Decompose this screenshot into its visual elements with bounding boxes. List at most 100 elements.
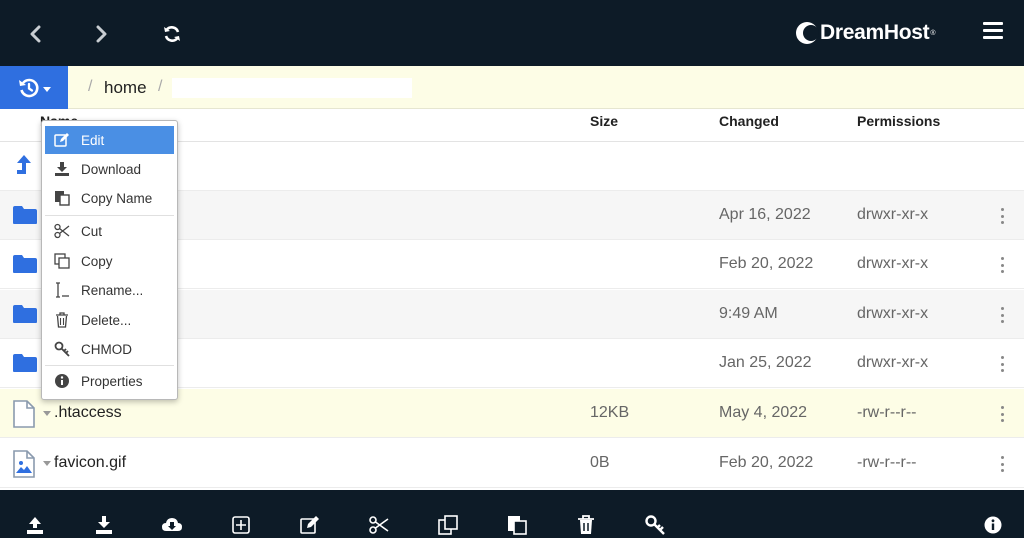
row-menu-icon[interactable] xyxy=(999,456,1005,472)
download-icon xyxy=(96,516,112,534)
new-file-button[interactable] xyxy=(230,514,252,536)
file-name[interactable]: favicon.gif xyxy=(54,454,126,472)
cloud-download-button[interactable] xyxy=(161,514,183,536)
chevron-down-icon xyxy=(42,86,51,92)
permissions-cell: drwxr-xr-x xyxy=(857,305,929,322)
edit-icon xyxy=(53,131,71,149)
chevron-down-icon[interactable] xyxy=(43,411,51,416)
copy-icon xyxy=(53,252,71,270)
file-name[interactable]: .htaccess xyxy=(54,404,122,422)
copy-icon xyxy=(438,515,458,535)
copy-button[interactable] xyxy=(437,514,459,536)
menu-separator xyxy=(45,215,174,216)
brand-tm: ® xyxy=(930,29,936,37)
column-permissions[interactable]: Permissions xyxy=(857,113,940,129)
history-button[interactable] xyxy=(0,66,68,109)
folder-icon xyxy=(13,255,37,273)
download-button[interactable] xyxy=(93,514,115,536)
info-icon xyxy=(984,516,1002,534)
row-menu-icon[interactable] xyxy=(999,208,1005,224)
menu-item-cut[interactable]: Cut xyxy=(45,217,174,245)
back-button[interactable] xyxy=(19,18,51,50)
menu-item-copy-name[interactable]: Copy Name xyxy=(45,184,174,212)
bottom-toolbar xyxy=(0,490,1024,538)
row-menu-icon[interactable] xyxy=(999,257,1005,273)
scissors-icon xyxy=(369,516,389,534)
chevron-right-icon xyxy=(96,25,107,43)
breadcrumb-separator: / xyxy=(88,78,93,95)
menu-item-properties[interactable]: Properties xyxy=(45,367,174,395)
folder-icon xyxy=(13,354,37,372)
main-menu-button[interactable] xyxy=(983,22,1003,42)
folder-icon xyxy=(13,305,37,323)
key-icon xyxy=(53,340,71,358)
paste-icon xyxy=(508,516,527,535)
changed-cell: Apr 16, 2022 xyxy=(719,206,811,223)
menu-item-label: CHMOD xyxy=(81,341,132,357)
permissions-cell: -rw-r--r-- xyxy=(857,404,917,421)
trash-icon xyxy=(578,515,594,534)
row-menu-icon[interactable] xyxy=(999,356,1005,372)
menu-item-label: Cut xyxy=(81,223,103,239)
download-icon xyxy=(53,160,71,178)
refresh-button[interactable] xyxy=(156,18,188,50)
changed-cell: 9:49 AM xyxy=(719,305,778,322)
path-bar: / home / xyxy=(0,66,1024,109)
menu-item-download[interactable]: Download xyxy=(45,155,174,183)
column-changed[interactable]: Changed xyxy=(719,113,779,129)
menu-item-label: Download xyxy=(81,161,142,177)
changed-cell: May 4, 2022 xyxy=(719,404,808,421)
menu-item-copy[interactable]: Copy xyxy=(45,247,174,275)
paste-button[interactable] xyxy=(506,514,528,536)
menu-item-delete[interactable]: Delete... xyxy=(45,306,174,334)
dreamhost-logo[interactable]: DreamHost ® xyxy=(796,18,936,48)
size-cell: 0B xyxy=(590,454,610,471)
menu-item-rename[interactable]: Rename... xyxy=(45,276,174,304)
menu-separator xyxy=(45,365,174,366)
image-file-icon xyxy=(13,450,35,478)
refresh-icon xyxy=(164,26,180,42)
upload-button[interactable] xyxy=(24,514,46,536)
chevron-down-icon[interactable] xyxy=(43,461,51,466)
cut-button[interactable] xyxy=(368,514,390,536)
folder-icon xyxy=(13,206,37,224)
brand-name: DreamHost xyxy=(820,21,930,44)
chmod-button[interactable] xyxy=(644,514,666,536)
menu-item-label: Copy xyxy=(81,253,113,269)
edit-button[interactable] xyxy=(299,514,321,536)
history-icon xyxy=(18,78,39,97)
permissions-cell: -rw-r--r-- xyxy=(857,454,917,471)
properties-button[interactable] xyxy=(982,514,1004,536)
changed-cell: Jan 25, 2022 xyxy=(719,354,812,371)
row-menu-icon[interactable] xyxy=(999,406,1005,422)
edit-icon xyxy=(300,516,319,534)
cloud-download-icon xyxy=(162,518,182,531)
menu-item-label: Edit xyxy=(81,132,105,148)
permissions-cell: drwxr-xr-x xyxy=(857,354,929,371)
table-row[interactable]: favicon.gif 0B Feb 20, 2022 -rw-r--r-- xyxy=(0,439,1024,488)
breadcrumb-separator: / xyxy=(158,78,163,95)
info-icon xyxy=(53,372,71,390)
menu-item-label: Delete... xyxy=(81,312,132,328)
menu-item-chmod[interactable]: CHMOD xyxy=(45,335,174,363)
file-icon xyxy=(13,400,35,428)
parent-directory-icon xyxy=(17,155,31,174)
size-cell: 12KB xyxy=(590,404,630,421)
menu-item-label: Rename... xyxy=(81,282,144,298)
changed-cell: Feb 20, 2022 xyxy=(719,255,814,272)
permissions-cell: drwxr-xr-x xyxy=(857,206,929,223)
context-menu: Edit Download Copy Name Cut Copy Rename.… xyxy=(41,120,178,400)
path-input[interactable] xyxy=(172,78,412,98)
new-file-icon xyxy=(232,516,250,534)
menu-item-edit[interactable]: Edit xyxy=(45,126,174,154)
trash-icon xyxy=(53,311,71,329)
chevron-left-icon xyxy=(30,25,41,43)
breadcrumb-home[interactable]: home xyxy=(104,78,147,98)
row-menu-icon[interactable] xyxy=(999,307,1005,323)
forward-button[interactable] xyxy=(86,18,118,50)
permissions-cell: drwxr-xr-x xyxy=(857,255,929,272)
hamburger-menu-icon xyxy=(983,22,1003,39)
menu-item-label: Copy Name xyxy=(81,190,153,206)
delete-button[interactable] xyxy=(575,514,597,536)
column-size[interactable]: Size xyxy=(590,113,618,129)
